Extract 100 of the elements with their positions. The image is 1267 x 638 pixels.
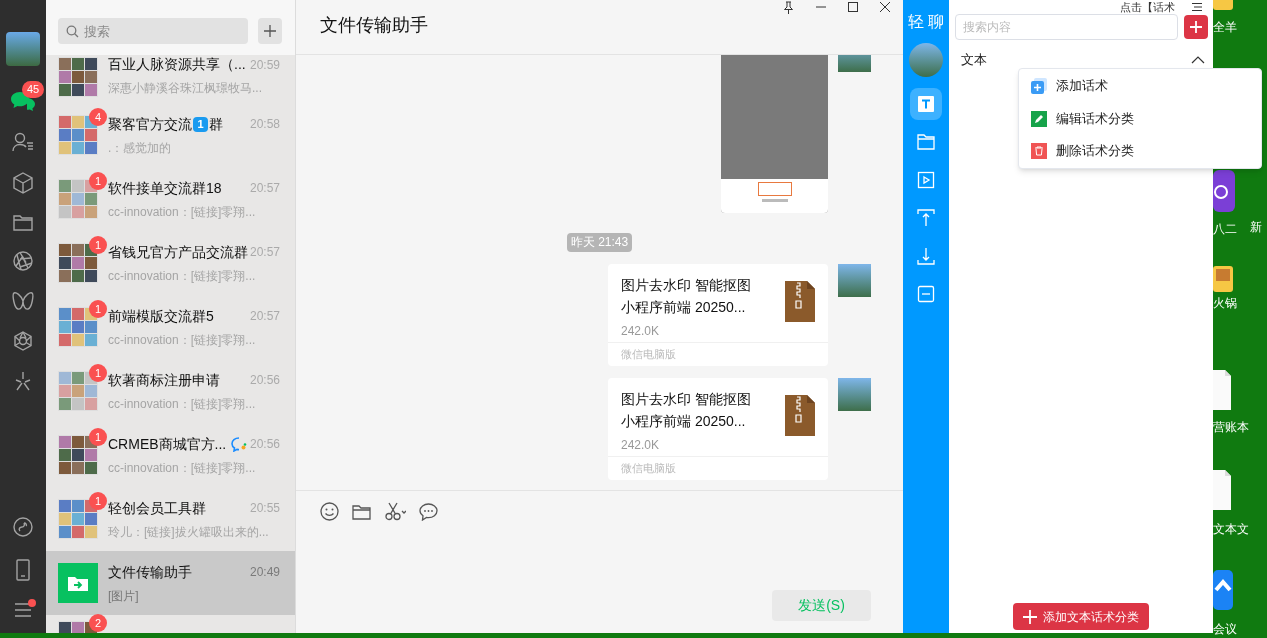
file-name: 图片去水印 智能抠图小程序前端 20250...	[621, 276, 752, 317]
chat-list-item[interactable]: 1 软著商标注册申请 20:56 cc-innovation：[链接]零翔...	[46, 359, 295, 423]
pin-icon[interactable]	[782, 1, 795, 15]
chat-list-item[interactable]: 百业人脉资源共享（... 20:59 深惠小静溪谷珠江枫璟牧马...	[46, 55, 295, 103]
file-source: 微信电脑版	[621, 347, 676, 363]
timestamp: 昨天 21:43	[566, 233, 633, 252]
menu-item[interactable]: 添加话术	[1031, 76, 1108, 96]
hexagon-icon[interactable]	[13, 331, 33, 351]
chat-list-item[interactable]: 1 省钱兄官方产品交流群20:57 cc-innovation：[链接]零翔...	[46, 231, 295, 295]
chat-title: 软著商标注册申请	[108, 370, 220, 390]
folder-icon[interactable]	[13, 214, 33, 231]
link-icon[interactable]	[13, 517, 33, 537]
desktop-icon-label[interactable]: 火锅	[1213, 294, 1237, 312]
group-avatar	[58, 435, 98, 475]
text-icon	[917, 95, 935, 113]
file-message[interactable]: 图片去水印 智能抠图小程序前端 20250... 242.0K 微信电脑版	[608, 264, 828, 366]
chat-title: 文件传输助手	[108, 562, 192, 582]
unread-badge: 45	[22, 81, 45, 98]
scissors-icon[interactable]	[384, 502, 406, 521]
menu-item[interactable]: 删除话术分类	[1031, 141, 1134, 161]
chat-list-item[interactable]: 文件传输助手 20:49 [图片]	[46, 551, 295, 615]
chat-title: 轻创会员工具群	[108, 498, 206, 518]
chat-title: 百业人脉资源共享（...	[108, 55, 246, 74]
add-category-button[interactable]: 添加文本话术分类	[1013, 603, 1149, 630]
plus-icon	[1189, 20, 1203, 34]
chat-list-item[interactable]: 1 软件接单交流群18 20:57 cc-innovation：[链接]零翔...	[46, 167, 295, 231]
search-field[interactable]: 搜索内容	[955, 14, 1178, 40]
chat-list-item[interactable]: 1 前端模版交流群5 20:57 cc-innovation：[链接]零翔...	[46, 295, 295, 359]
zip-file-icon	[785, 281, 815, 322]
chat-time: 20:58	[249, 116, 280, 133]
chat-time: 20:55	[249, 500, 280, 517]
menu-icon[interactable]	[1191, 1, 1203, 12]
chat-title: 文件传输助手	[319, 14, 428, 37]
chat-time: 20:57	[249, 308, 280, 325]
minus-icon	[917, 285, 935, 303]
chat-preview: cc-innovation：[链接]零翔...	[108, 395, 257, 413]
unread-badge: 1	[89, 364, 107, 382]
tool-button[interactable]	[910, 88, 942, 120]
desktop-icon-label[interactable]: 营账本	[1213, 418, 1249, 436]
desktop-icon-label[interactable]: 会议	[1213, 620, 1237, 638]
pencil-icon	[1031, 110, 1047, 127]
unread-badge: 1	[89, 428, 107, 446]
file-name: 图片去水印 智能抠图小程序前端 20250...	[621, 390, 752, 431]
chat-bubble-icon[interactable]	[419, 502, 438, 521]
chat-preview: .：感觉加的	[108, 139, 173, 157]
chat-list-item[interactable]: 1 CRMEB商城官方... 20:56 cc-innovation：[链接]零翔...	[46, 423, 295, 487]
number-tag: 1	[193, 116, 208, 132]
chat-title: 省钱兄官方产品交流群	[108, 242, 248, 262]
download-icon	[917, 247, 935, 265]
chat-preview: cc-innovation：[链接]零翔...	[108, 267, 257, 285]
maximize-icon[interactable]	[847, 1, 859, 13]
butterfly-icon[interactable]	[12, 291, 34, 311]
unread-badge: 1	[89, 236, 107, 254]
zip-file-icon	[785, 395, 815, 436]
desktop-icon-label[interactable]: 文本文	[1213, 520, 1249, 538]
app-title: 轻 聊	[907, 12, 945, 32]
file-source: 微信电脑版	[621, 461, 676, 477]
unread-badge: 1	[89, 172, 107, 190]
category-label[interactable]: 文本	[961, 50, 987, 70]
phone-icon[interactable]	[16, 559, 30, 581]
aperture-icon[interactable]	[13, 251, 33, 271]
add-icon	[1031, 78, 1047, 94]
chat-title: 群	[209, 114, 223, 134]
folder-icon[interactable]	[352, 503, 371, 520]
user-avatar[interactable]	[6, 32, 40, 66]
trash-icon	[1031, 143, 1047, 159]
cube-icon[interactable]	[13, 172, 33, 194]
desktop-icon-label[interactable]: 八二	[1213, 220, 1237, 238]
chevron-icon[interactable]	[1191, 55, 1205, 64]
chat-time: 20:59	[249, 56, 280, 74]
chat-preview: cc-innovation：[链接]零翔...	[108, 203, 257, 221]
desktop-icon-label[interactable]: 新	[1250, 218, 1262, 236]
highlight-frame	[757, 182, 792, 196]
chat-preview: 玲儿：[链接]拔火罐吸出来的...	[108, 523, 270, 541]
contacts-icon[interactable]	[12, 132, 34, 152]
file-message[interactable]: 图片去水印 智能抠图小程序前端 20250... 242.0K 微信电脑版	[608, 378, 828, 480]
close-icon[interactable]	[879, 1, 891, 13]
chat-list-item[interactable]: 4 聚客官方交流 1 群 20:58 .：感觉加的	[46, 103, 295, 167]
user-avatar	[838, 378, 871, 411]
chat-title: 软件接单交流群18	[108, 178, 222, 198]
add-button[interactable]	[258, 18, 282, 44]
menu-item[interactable]: 编辑话术分类	[1031, 108, 1134, 129]
sparkle-icon[interactable]	[13, 371, 33, 391]
chat-preview: [图片]	[108, 587, 140, 605]
emoji-icon[interactable]	[320, 502, 339, 521]
play-icon	[917, 171, 935, 189]
desktop-icon-label[interactable]: 全羊	[1213, 18, 1237, 36]
chat-time: 20:49	[249, 564, 280, 581]
search-field[interactable]: 搜索	[58, 18, 248, 44]
chat-preview: cc-innovation：[链接]零翔...	[108, 331, 257, 349]
folder-arrow-icon	[68, 575, 88, 591]
unread-badge: 1	[89, 492, 107, 510]
add-button[interactable]	[1184, 15, 1208, 39]
chat-list-item[interactable]: 1 轻创会员工具群 20:55 玲儿：[链接]拔火罐吸出来的...	[46, 487, 295, 551]
plus-icon	[263, 24, 277, 38]
chat-preview: cc-innovation：[链接]零翔...	[108, 459, 257, 477]
app-icon[interactable]	[1213, 170, 1235, 214]
unread-badge: 1	[89, 300, 107, 318]
group-avatar	[58, 371, 98, 411]
unread-badge: 2	[89, 614, 107, 632]
